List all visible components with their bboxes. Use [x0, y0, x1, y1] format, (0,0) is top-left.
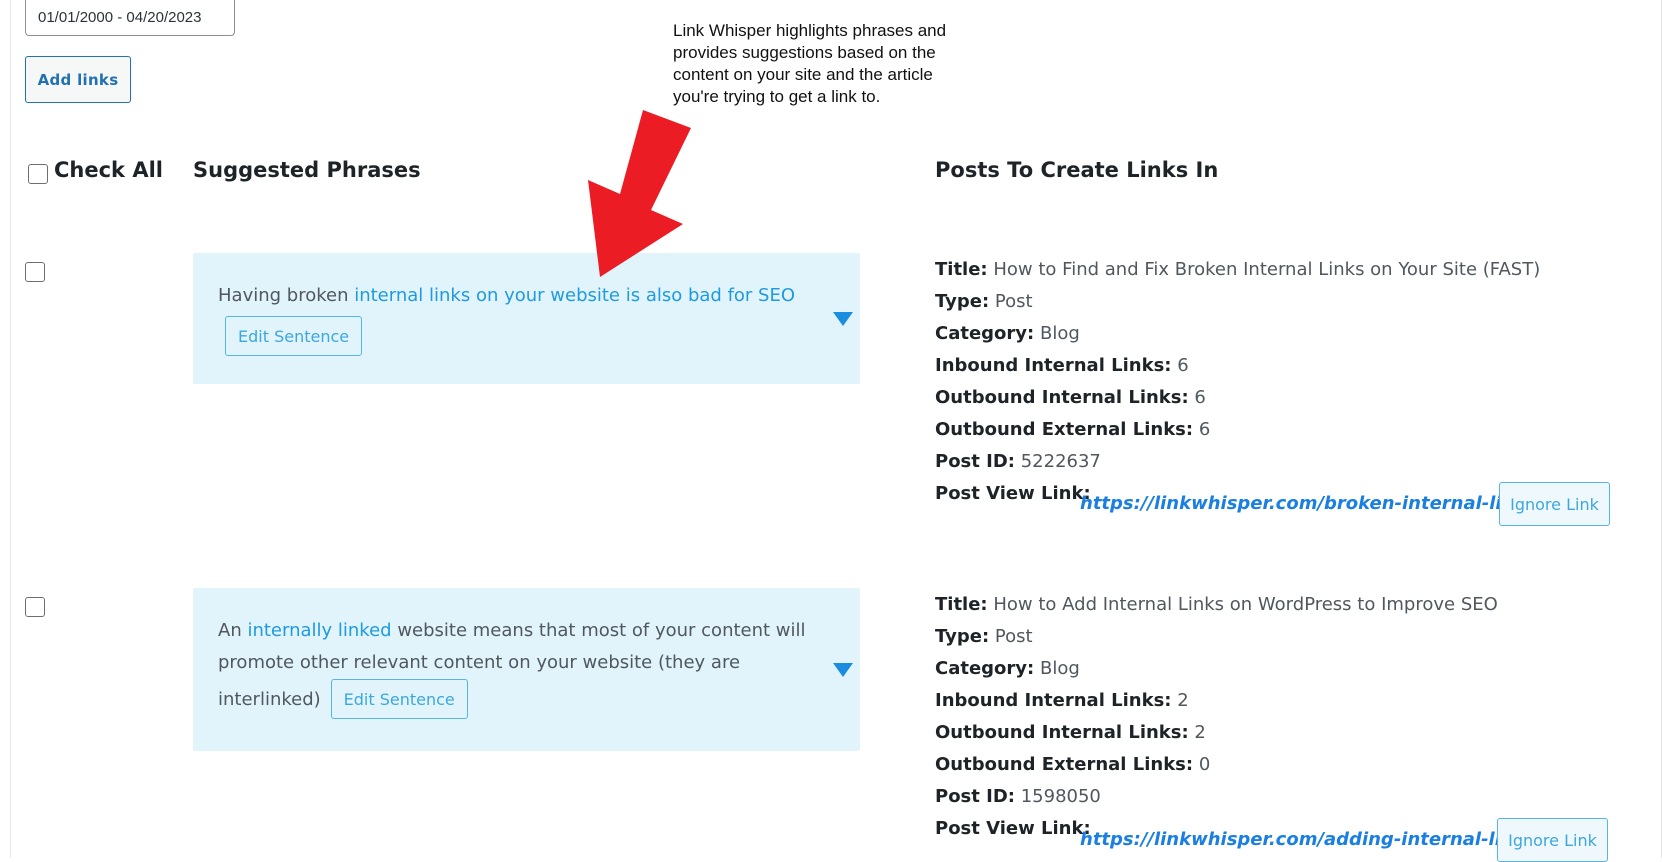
- edit-sentence-button[interactable]: Edit Sentence: [225, 316, 363, 356]
- post-title: How to Find and Fix Broken Internal Link…: [993, 259, 1541, 280]
- post-id: 5222637: [1020, 451, 1101, 472]
- expand-triangle-icon[interactable]: [833, 663, 853, 677]
- inbound-internal-count: 6: [1177, 355, 1189, 376]
- date-range-input[interactable]: 01/01/2000 - 04/20/2023: [25, 0, 235, 36]
- suggestion-checkbox[interactable]: [25, 597, 45, 617]
- type-label: Type:: [935, 626, 990, 647]
- inbound-internal-count: 2: [1177, 690, 1189, 711]
- outbound-internal-label: Outbound Internal Links:: [935, 387, 1189, 408]
- post-id: 1598050: [1020, 786, 1101, 807]
- title-label: Title:: [935, 259, 988, 280]
- inbound-internal-label: Inbound Internal Links:: [935, 690, 1172, 711]
- outbound-internal-count: 2: [1194, 722, 1206, 743]
- check-all-label[interactable]: Check All: [54, 158, 163, 182]
- sentence-text: interlinked): [218, 688, 321, 710]
- post-id-label: Post ID:: [935, 786, 1015, 807]
- add-links-button[interactable]: Add links: [25, 56, 131, 103]
- callout-text: Link Whisper highlights phrases and prov…: [673, 20, 973, 108]
- check-all-checkbox[interactable]: [28, 164, 48, 184]
- suggested-sentence: Having broken internal links on your web…: [218, 280, 795, 312]
- expand-triangle-icon[interactable]: [833, 312, 853, 326]
- edit-sentence-button[interactable]: Edit Sentence: [330, 679, 468, 719]
- highlighted-phrase[interactable]: internally linked: [247, 620, 391, 641]
- sentence-text: An: [218, 620, 248, 641]
- post-details: Title: How to Find and Fix Broken Intern…: [935, 254, 1540, 510]
- posts-heading: Posts To Create Links In: [935, 158, 1219, 182]
- highlighted-phrase[interactable]: internal links on your website is also b…: [354, 285, 795, 306]
- ignore-link-button[interactable]: Ignore Link: [1497, 818, 1608, 862]
- suggestion-checkbox[interactable]: [25, 262, 45, 282]
- post-id-label: Post ID:: [935, 451, 1015, 472]
- post-details: Title: How to Add Internal Links on Word…: [935, 589, 1498, 845]
- category-label: Category:: [935, 323, 1035, 344]
- post-view-link[interactable]: https://linkwhisper.com/broken-internal-…: [1080, 493, 1544, 514]
- post-type: Post: [994, 626, 1033, 647]
- outbound-external-label: Outbound External Links:: [935, 419, 1194, 440]
- post-view-link[interactable]: https://linkwhisper.com/adding-internal-…: [1080, 829, 1543, 850]
- post-view-link-label: Post View Link:: [935, 818, 1091, 839]
- suggested-phrase-box: An internally linked website means that …: [193, 588, 860, 751]
- post-category: Blog: [1039, 658, 1080, 679]
- outbound-external-label: Outbound External Links:: [935, 754, 1194, 775]
- suggested-phrases-heading: Suggested Phrases: [193, 158, 421, 182]
- title-label: Title:: [935, 594, 988, 615]
- ignore-link-button[interactable]: Ignore Link: [1499, 482, 1610, 526]
- inbound-internal-label: Inbound Internal Links:: [935, 355, 1172, 376]
- post-type: Post: [994, 291, 1033, 312]
- outbound-internal-count: 6: [1194, 387, 1206, 408]
- suggested-sentence: An internally linked website means that …: [218, 615, 848, 679]
- outbound-external-count: 0: [1198, 754, 1211, 775]
- post-view-link-label: Post View Link:: [935, 483, 1091, 504]
- type-label: Type:: [935, 291, 990, 312]
- sentence-text: Having broken: [218, 285, 355, 306]
- outbound-internal-label: Outbound Internal Links:: [935, 722, 1189, 743]
- post-title: How to Add Internal Links on WordPress t…: [993, 594, 1498, 615]
- suggested-phrase-box: Having broken internal links on your web…: [193, 253, 860, 384]
- category-label: Category:: [935, 658, 1035, 679]
- post-category: Blog: [1039, 323, 1080, 344]
- sentence-text: promote other relevant content on your w…: [218, 652, 741, 673]
- outbound-external-count: 6: [1198, 419, 1211, 440]
- sentence-text: website means that most of your content …: [391, 620, 806, 641]
